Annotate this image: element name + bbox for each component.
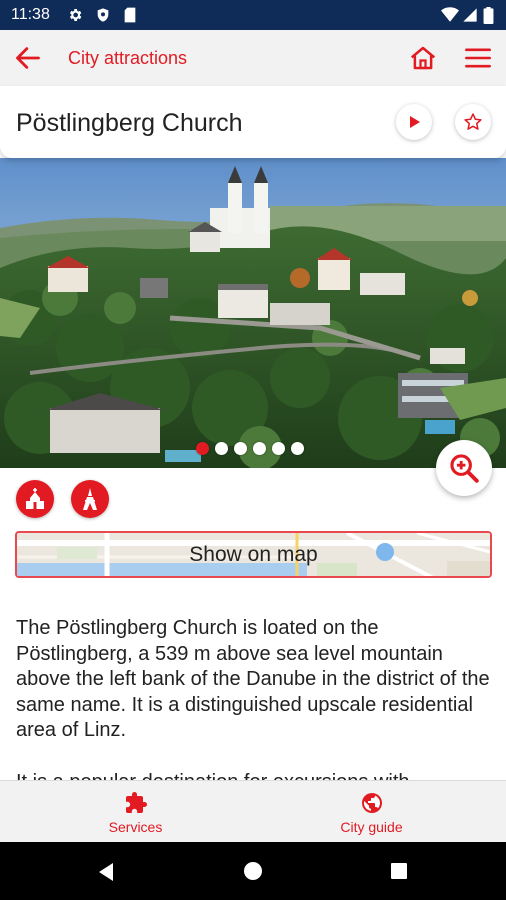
nav-city-guide[interactable]: City guide bbox=[245, 781, 498, 843]
description-paragraph: It is a popular destination for excursio… bbox=[16, 770, 494, 781]
gear-icon bbox=[70, 9, 82, 21]
home-icon[interactable] bbox=[408, 43, 438, 73]
attraction-name: Pöstlingberg Church bbox=[16, 109, 243, 137]
triangle-back-icon[interactable] bbox=[96, 862, 116, 882]
pager-dot[interactable] bbox=[196, 442, 209, 455]
hamburger-menu-icon[interactable] bbox=[464, 44, 492, 72]
shield-icon bbox=[97, 8, 109, 22]
signal-icon bbox=[463, 8, 477, 22]
church-icon bbox=[26, 488, 44, 509]
description: The Pöstlingberg Church is loated on the… bbox=[16, 616, 494, 780]
pager-dot[interactable] bbox=[253, 442, 266, 455]
attraction-photo[interactable] bbox=[0, 158, 506, 468]
bottom-navigation: Services City guide bbox=[0, 780, 506, 842]
description-paragraph: The Pöstlingberg Church is loated on the… bbox=[16, 617, 490, 741]
play-button[interactable] bbox=[396, 104, 432, 140]
nav-city-guide-label: City guide bbox=[340, 819, 403, 835]
pager-dot[interactable] bbox=[215, 442, 228, 455]
category-tower[interactable] bbox=[71, 480, 109, 518]
tower-icon bbox=[83, 488, 97, 510]
star-outline-icon bbox=[464, 113, 482, 130]
page-title: City attractions bbox=[68, 48, 188, 68]
circle-home-icon[interactable] bbox=[243, 861, 263, 881]
play-icon bbox=[410, 116, 420, 128]
system-navigation-bar bbox=[0, 842, 506, 900]
nav-services[interactable]: Services bbox=[9, 781, 262, 843]
photo-image bbox=[0, 158, 506, 468]
attraction-header: Pöstlingberg Church bbox=[0, 86, 506, 158]
wifi-icon bbox=[441, 7, 459, 22]
gallery-pager bbox=[0, 442, 506, 455]
status-bar: 11:38 bbox=[0, 0, 506, 30]
globe-icon bbox=[361, 793, 382, 813]
favorite-button[interactable] bbox=[455, 104, 491, 140]
show-on-map-button[interactable]: Show on map bbox=[15, 531, 492, 578]
pager-dot[interactable] bbox=[272, 442, 285, 455]
puzzle-icon bbox=[125, 792, 147, 813]
arrow-left-icon[interactable] bbox=[14, 44, 42, 72]
zoom-button[interactable] bbox=[436, 440, 492, 496]
zoom-in-icon bbox=[450, 454, 479, 483]
pager-dot[interactable] bbox=[291, 442, 304, 455]
status-time: 11:38 bbox=[11, 6, 50, 23]
pager-dot[interactable] bbox=[234, 442, 247, 455]
nav-services-label: Services bbox=[108, 819, 163, 835]
show-on-map-label: Show on map bbox=[189, 542, 318, 566]
battery-icon bbox=[483, 7, 494, 24]
category-church[interactable] bbox=[16, 480, 54, 518]
sim-card-icon bbox=[124, 7, 136, 23]
square-recents-icon[interactable] bbox=[390, 862, 408, 880]
app-bar: City attractions bbox=[0, 30, 506, 86]
